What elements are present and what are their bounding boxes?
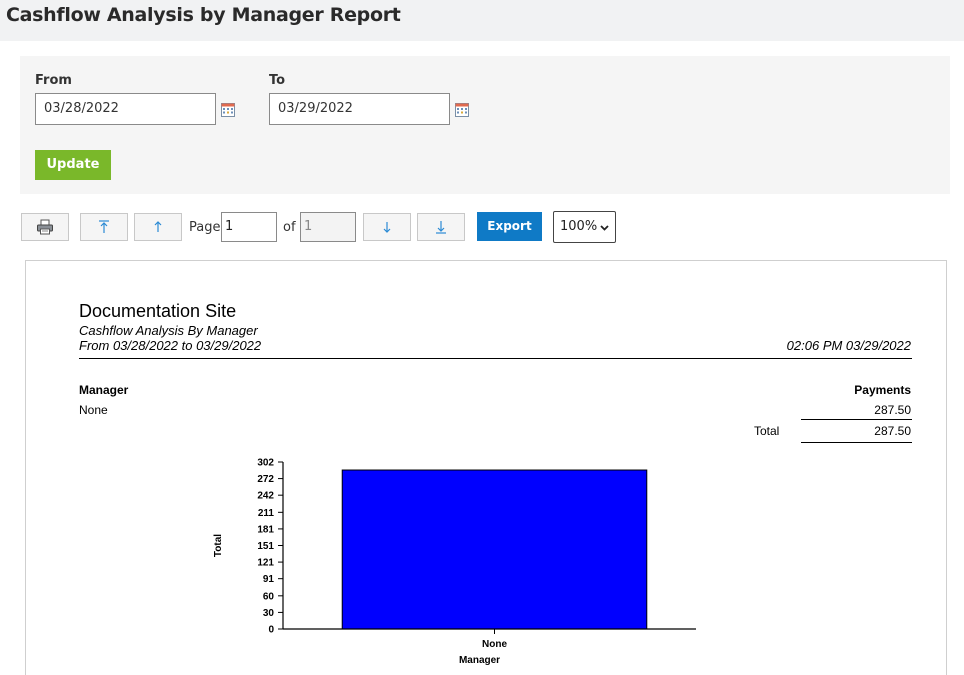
y-tick-label: 91 <box>263 574 275 585</box>
y-tick-label: 302 <box>257 458 274 469</box>
y-tick-label: 0 <box>268 625 274 636</box>
to-label: To <box>269 73 286 88</box>
report-date-range: From 03/28/2022 to 03/29/2022 <box>79 338 262 353</box>
total-divider <box>801 442 912 443</box>
filter-panel: From 03/28/2022 To 03/29/2022 Update <box>20 56 950 194</box>
page-number-input[interactable]: 1 <box>221 212 277 242</box>
y-tick-label: 242 <box>257 491 274 502</box>
zoom-select[interactable]: 100% <box>553 211 616 243</box>
calendar-icon[interactable] <box>455 103 469 117</box>
header-divider <box>79 358 912 359</box>
report-generated-time: 02:06 PM 03/29/2022 <box>786 338 911 353</box>
y-tick-label: 211 <box>258 508 275 519</box>
table-row-payments: 287.50 <box>874 403 911 417</box>
row-divider <box>801 419 912 420</box>
total-label: Total <box>754 424 780 438</box>
report-page: Documentation Site Cashflow Analysis By … <box>25 260 947 675</box>
calendar-icon[interactable] <box>221 103 235 117</box>
first-page-button[interactable] <box>80 213 128 241</box>
from-date-input[interactable]: 03/28/2022 <box>35 93 216 125</box>
report-name: Cashflow Analysis By Manager <box>79 323 258 338</box>
first-page-icon <box>99 220 109 233</box>
page-label: Page <box>189 220 221 235</box>
printer-icon <box>37 219 53 235</box>
previous-page-button[interactable] <box>134 213 182 241</box>
of-label: of <box>283 220 296 235</box>
manager-column-header: Manager <box>79 383 129 397</box>
arrow-up-icon <box>154 221 162 232</box>
y-tick-label: 30 <box>263 608 275 619</box>
total-pages-field: 1 <box>300 212 356 242</box>
to-date-input[interactable]: 03/29/2022 <box>269 93 450 125</box>
payments-column-header: Payments <box>854 383 911 397</box>
report-site-name: Documentation Site <box>79 301 237 321</box>
page-header: Cashflow Analysis by Manager Report <box>0 0 964 41</box>
y-tick-label: 181 <box>257 524 274 535</box>
total-value: 287.50 <box>874 424 911 438</box>
x-tick-label: None <box>482 639 507 650</box>
arrow-down-icon <box>383 222 391 233</box>
y-tick-label: 121 <box>257 558 274 569</box>
page-title: Cashflow Analysis by Manager Report <box>6 4 401 26</box>
payments-bar-chart: 0 30 60 91 121 151 181 211 242 272 302 None Manage… <box>213 458 696 666</box>
y-tick-label: 272 <box>257 474 274 485</box>
update-button[interactable]: Update <box>35 150 111 180</box>
last-page-button[interactable] <box>417 213 465 241</box>
y-tick-label: 151 <box>257 541 274 552</box>
from-label: From <box>35 73 72 88</box>
y-tick-label: 60 <box>263 591 275 602</box>
export-button[interactable]: Export <box>477 212 542 241</box>
table-row-manager: None <box>79 403 108 417</box>
print-button[interactable] <box>21 213 69 241</box>
chevron-down-icon <box>600 225 609 231</box>
x-axis-label: Manager <box>459 655 500 666</box>
chart-bar <box>341 469 648 630</box>
last-page-icon <box>436 221 446 234</box>
zoom-value: 100% <box>560 219 598 234</box>
next-page-button[interactable] <box>363 213 411 241</box>
y-axis-label: Total <box>213 534 224 557</box>
